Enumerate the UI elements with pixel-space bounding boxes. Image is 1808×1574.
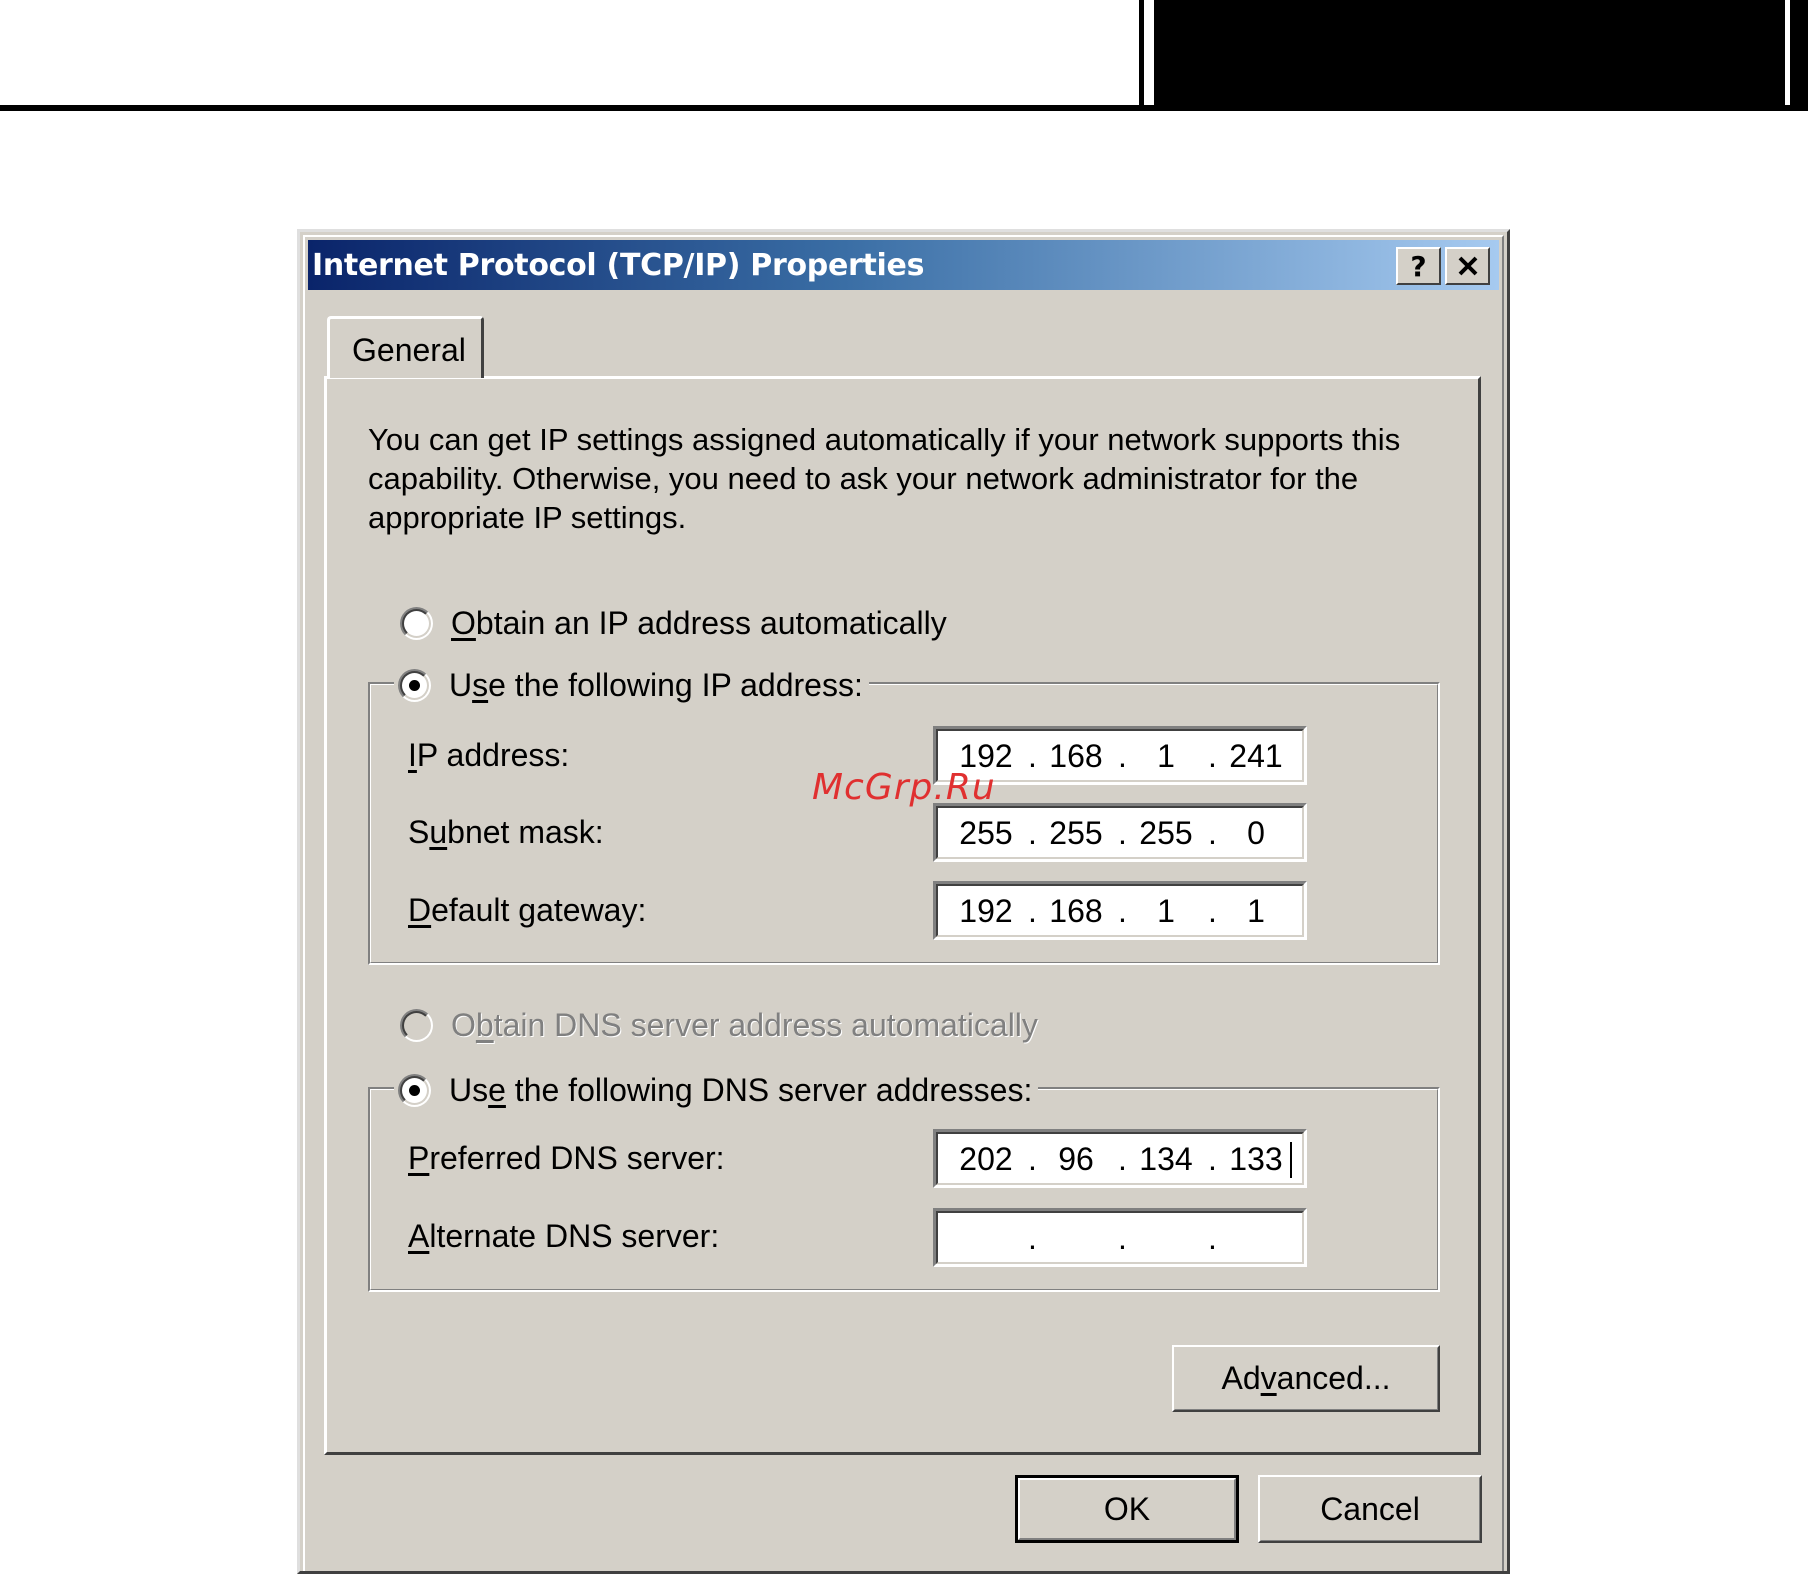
mask-dot: .	[1118, 815, 1127, 851]
pref-dns-octet-4[interactable]: 133	[1220, 1141, 1292, 1178]
header-block-edge	[1785, 0, 1790, 111]
pref-dns-octet-3[interactable]: 134	[1130, 1141, 1202, 1178]
obtain-ip-auto-option[interactable]: Obtain an IP address automatically	[400, 605, 947, 642]
ok-button[interactable]: OK	[1015, 1475, 1239, 1543]
mask-dot: .	[1208, 815, 1217, 851]
gateway-octet-3[interactable]: 1	[1130, 893, 1202, 930]
ip-dot: .	[1118, 738, 1127, 774]
header-bar-left	[1139, 0, 1144, 106]
gateway-dot: .	[1118, 893, 1127, 929]
ip-octet-3[interactable]: 1	[1130, 738, 1202, 775]
preferred-dns-input[interactable]: 202 . 96 . 134 . 133	[933, 1129, 1307, 1188]
cancel-button[interactable]: Cancel	[1258, 1475, 1482, 1543]
intro-text: You can get IP settings assigned automat…	[368, 422, 1401, 535]
ip-octet-4[interactable]: 241	[1220, 738, 1292, 775]
gateway-octet-2[interactable]: 168	[1040, 893, 1112, 930]
title-bar[interactable]: Internet Protocol (TCP/IP) Properties ?	[308, 240, 1499, 290]
close-icon	[1458, 256, 1477, 276]
ip-dot: .	[1028, 738, 1037, 774]
obtain-dns-auto-option: Obtain DNS server address automatically	[400, 1007, 1038, 1044]
pref-dns-dot: .	[1118, 1141, 1127, 1177]
obtain-dns-auto-label: Obtain DNS server address automatically	[451, 1007, 1038, 1043]
mask-dot: .	[1028, 815, 1037, 851]
pref-dns-octet-1[interactable]: 202	[950, 1141, 1022, 1178]
mask-octet-1[interactable]: 255	[950, 815, 1022, 852]
gateway-octet-4[interactable]: 1	[1220, 893, 1292, 930]
mask-octet-4[interactable]: 0	[1220, 815, 1292, 852]
ip-address-label: IP address:	[408, 737, 570, 773]
ip-dot: .	[1208, 738, 1217, 774]
use-following-dns-radio[interactable]	[398, 1074, 431, 1107]
subnet-mask-label: Subnet mask:	[408, 814, 604, 850]
close-button[interactable]	[1445, 247, 1490, 285]
window-title: Internet Protocol (TCP/IP) Properties	[312, 248, 925, 283]
mask-octet-2[interactable]: 255	[1040, 815, 1112, 852]
header-black-block	[1154, 0, 1808, 111]
use-following-dns-option[interactable]: Use the following DNS server addresses:	[394, 1072, 1039, 1109]
text-caret	[1290, 1142, 1292, 1178]
alt-dns-dot: .	[1028, 1220, 1037, 1256]
subnet-mask-input[interactable]: 255 . 255 . 255 . 0	[933, 803, 1307, 862]
watermark: McGrp.Ru	[812, 767, 996, 808]
pref-dns-dot: .	[1208, 1141, 1217, 1177]
help-button[interactable]: ?	[1396, 247, 1441, 285]
tab-general[interactable]: General	[327, 316, 484, 378]
use-following-dns-label: Use the following DNS server addresses:	[449, 1072, 1033, 1108]
header-rule	[0, 105, 1808, 111]
pref-dns-dot: .	[1028, 1141, 1037, 1177]
advanced-button-label: Advanced...	[1221, 1360, 1391, 1396]
ip-octet-2[interactable]: 168	[1040, 738, 1112, 775]
tab-general-label: General	[352, 332, 466, 368]
default-gateway-input[interactable]: 192 . 168 . 1 . 1	[933, 881, 1307, 940]
preferred-dns-label: Preferred DNS server:	[408, 1140, 725, 1176]
advanced-button[interactable]: Advanced...	[1172, 1345, 1440, 1412]
alternate-dns-label: Alternate DNS server:	[408, 1218, 720, 1254]
obtain-ip-auto-radio[interactable]	[400, 607, 433, 640]
tcpip-properties-dialog: Internet Protocol (TCP/IP) Properties ? …	[297, 229, 1510, 1574]
obtain-dns-auto-radio	[400, 1009, 433, 1042]
obtain-ip-auto-label: Obtain an IP address automatically	[451, 605, 947, 641]
alternate-dns-input[interactable]: . . .	[933, 1208, 1307, 1267]
radio-selected-dot	[409, 1085, 420, 1096]
use-following-ip-radio[interactable]	[398, 669, 431, 702]
use-following-ip-label: Use the following IP address:	[449, 667, 863, 703]
alt-dns-dot: .	[1208, 1220, 1217, 1256]
mask-octet-3[interactable]: 255	[1130, 815, 1202, 852]
use-following-ip-option[interactable]: Use the following IP address:	[394, 667, 869, 704]
radio-selected-dot	[409, 680, 420, 691]
alt-dns-dot: .	[1118, 1220, 1127, 1256]
gateway-dot: .	[1028, 893, 1037, 929]
default-gateway-label: Default gateway:	[408, 892, 647, 928]
gateway-dot: .	[1208, 893, 1217, 929]
pref-dns-octet-2[interactable]: 96	[1040, 1141, 1112, 1178]
gateway-octet-1[interactable]: 192	[950, 893, 1022, 930]
